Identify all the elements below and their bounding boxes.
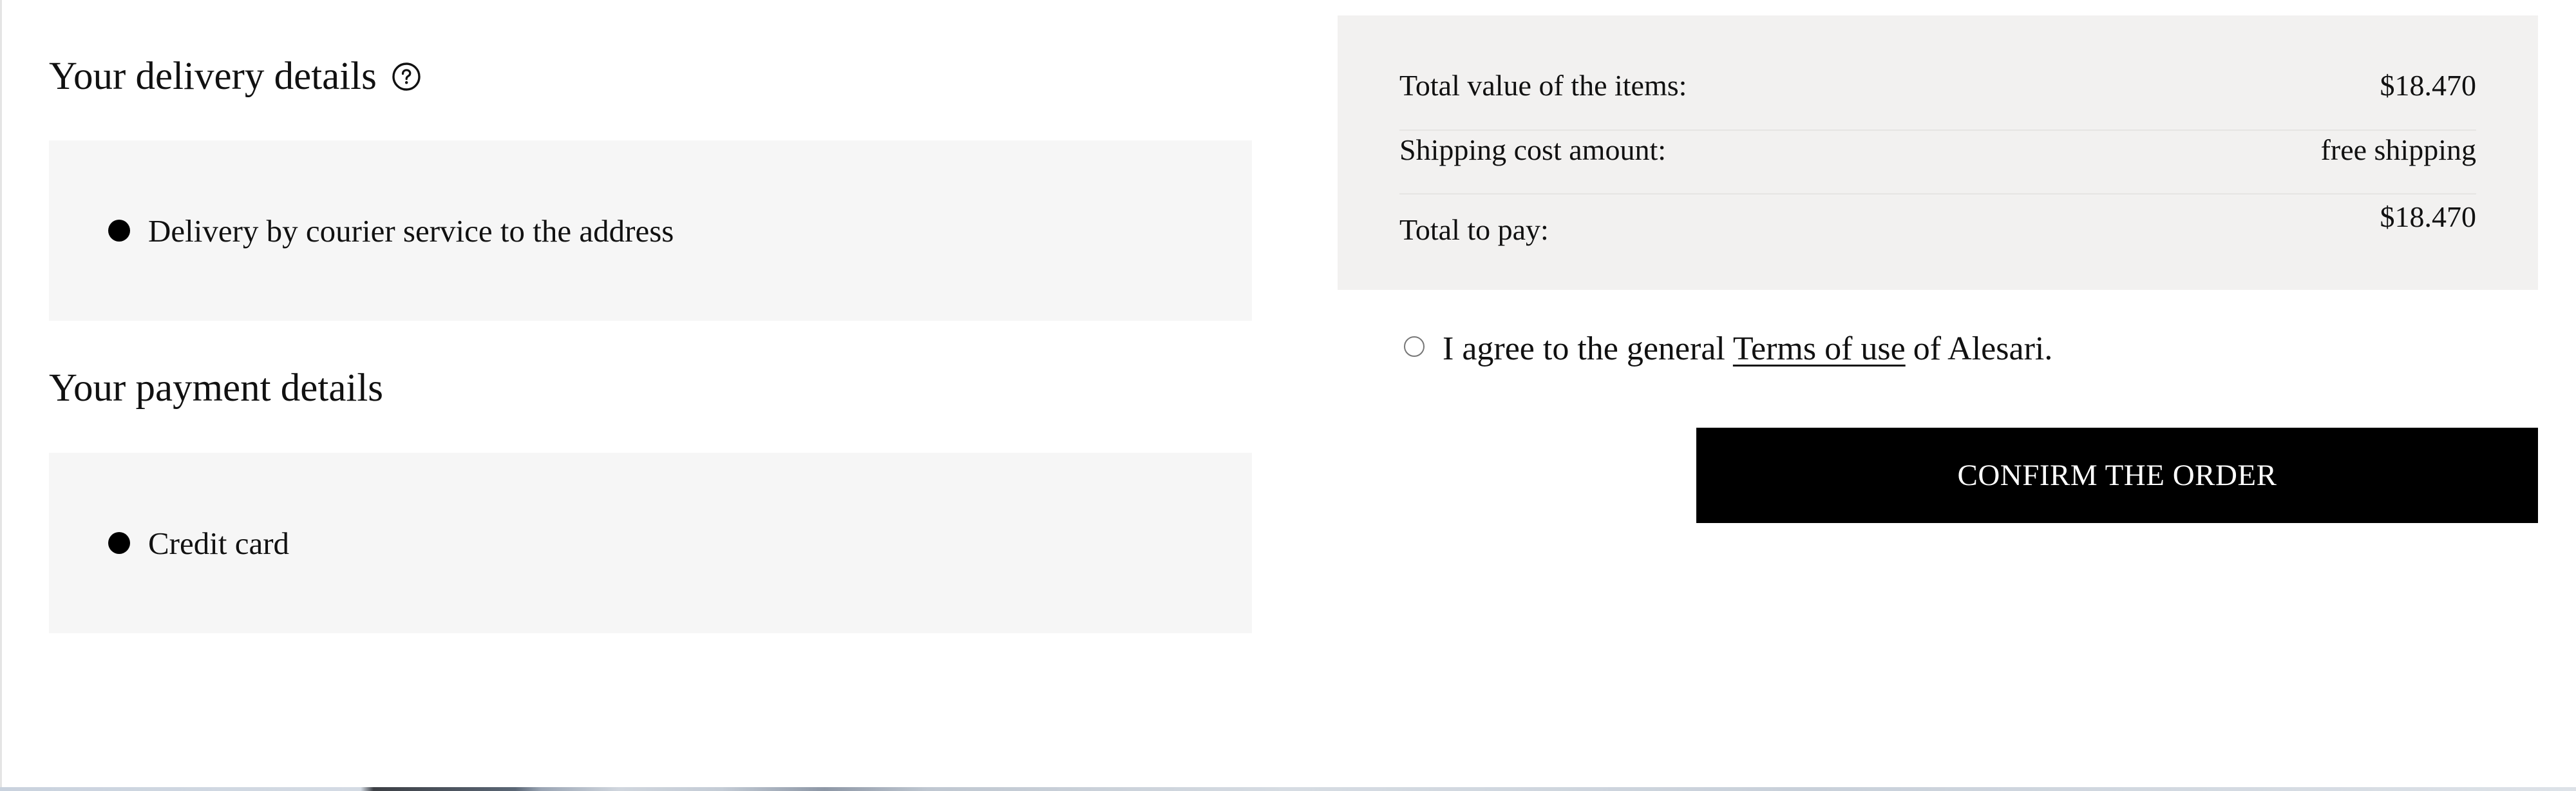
confirm-order-button[interactable]: CONFIRM THE ORDER (1696, 428, 2538, 523)
summary-divider (1399, 193, 2476, 195)
summary-row-shipping: Shipping cost amount: free shipping (1399, 133, 2476, 167)
shipping-cost-value: free shipping (2320, 133, 2476, 166)
question-circle-icon[interactable] (391, 61, 422, 92)
delivery-option[interactable]: Delivery by courier service to the addre… (108, 140, 674, 321)
terms-of-use-link[interactable]: Terms of use (1733, 330, 1906, 368)
terms-agreement[interactable]: I agree to the general Terms of use of A… (1404, 330, 2052, 368)
payment-option[interactable]: Credit card (108, 453, 289, 633)
terms-radio-unchecked[interactable] (1404, 336, 1425, 357)
payment-section-title: Your payment details (49, 368, 383, 408)
total-to-pay-value: $18.470 (2380, 200, 2477, 233)
delivery-radio-selected[interactable] (108, 220, 130, 242)
bottom-image-strip (0, 787, 2576, 791)
summary-divider (1399, 129, 2476, 131)
payment-option-box[interactable]: Credit card (49, 453, 1252, 633)
checkout-page: Your delivery details Delivery by courie… (0, 0, 2576, 791)
items-total-label: Total value of the items: (1399, 69, 1687, 102)
terms-suffix-text: of Alesari. (1913, 330, 2053, 367)
payment-radio-selected[interactable] (108, 532, 130, 554)
delivery-title-text: Your delivery details (49, 55, 377, 98)
delivery-option-box[interactable]: Delivery by courier service to the addre… (49, 140, 1252, 321)
order-summary: Total value of the items: $18.470 Shippi… (1338, 15, 2538, 290)
summary-row-total: Total to pay: $18.470 (1399, 200, 2476, 247)
summary-row-items: Total value of the items: $18.470 (1399, 68, 2476, 102)
page-edge-divider (0, 0, 2, 791)
total-to-pay-label: Total to pay: (1399, 213, 1549, 246)
delivery-section-title: Your delivery details (49, 57, 422, 96)
payment-title-text: Your payment details (49, 367, 384, 410)
items-total-value: $18.470 (2380, 69, 2477, 102)
payment-option-label: Credit card (148, 525, 290, 561)
terms-prefix-text: I agree to the general (1443, 330, 1725, 367)
delivery-option-label: Delivery by courier service to the addre… (148, 213, 674, 249)
shipping-cost-label: Shipping cost amount: (1399, 133, 1666, 166)
